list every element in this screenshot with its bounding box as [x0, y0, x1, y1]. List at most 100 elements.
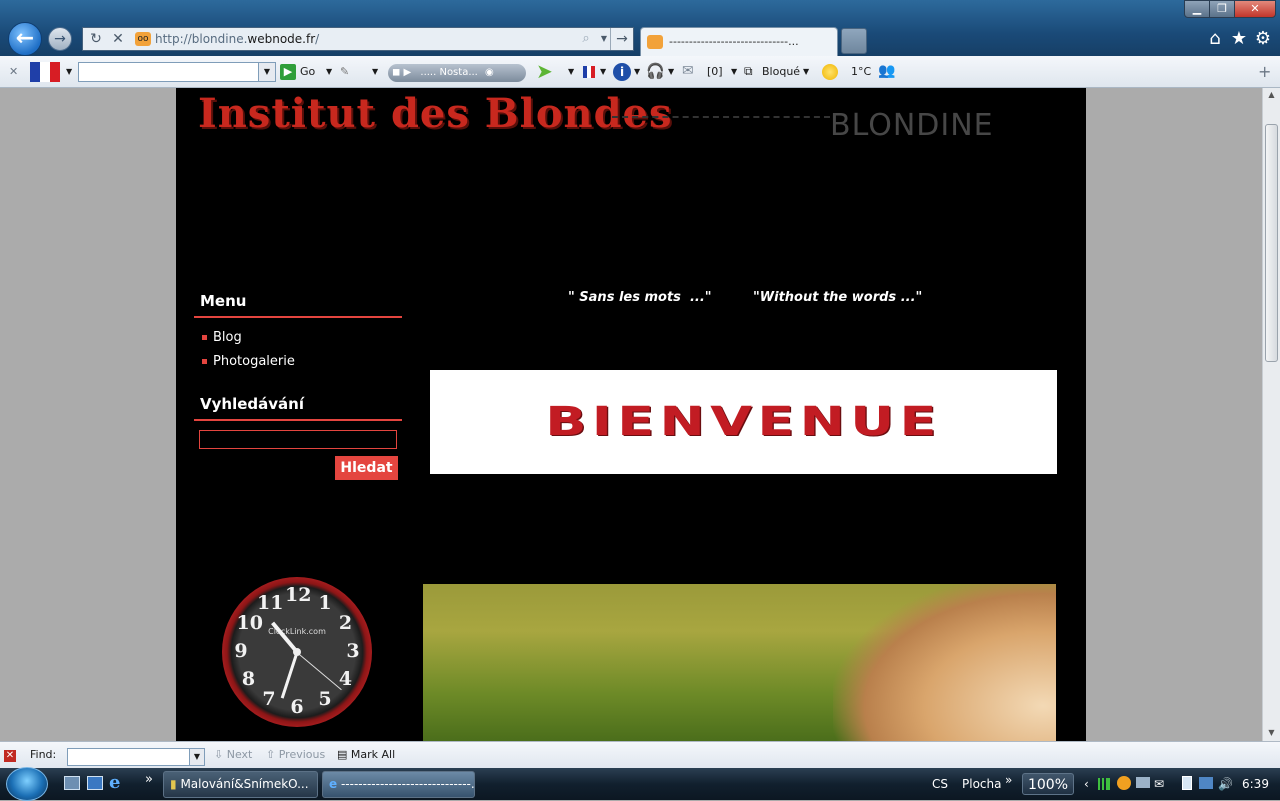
vertical-scrollbar[interactable]: ▲ ▼ [1262, 88, 1280, 741]
addon-toolbar: ✕ ▼ ▼ ▶ Go ▼ ✎ ▼ ◼ ▶ ..... Nosta... ◉ ➤ … [0, 56, 1280, 88]
mark-all-label: Mark All [350, 748, 396, 761]
toolbar-search-dropdown-icon[interactable]: ▼ [258, 63, 275, 81]
ie-quicklaunch-icon[interactable]: e [109, 772, 120, 793]
radio-volume-icon[interactable]: ◉ [485, 67, 494, 78]
down-arrow-icon: ⇩ [214, 748, 224, 761]
clock-numeral: 8 [241, 668, 256, 690]
tray-volume-icon[interactable]: 🔊 [1218, 768, 1233, 800]
up-arrow-icon: ⇧ [266, 748, 276, 761]
site-subtitle: BLONDINE [830, 108, 994, 143]
weather-temperature: 1°C [851, 65, 872, 78]
zoom-level[interactable]: 100% [1022, 773, 1074, 795]
weather-sun-icon[interactable] [822, 64, 838, 80]
mark-all-icon: ▤ [337, 748, 348, 761]
go-dropdown-icon[interactable]: ▼ [326, 56, 332, 87]
mail-icon[interactable]: ✉ [682, 56, 694, 87]
tray-expand-icon[interactable]: ‹ [1084, 768, 1089, 800]
stop-button[interactable]: ✕ [107, 28, 129, 50]
address-bar[interactable]: ↻ ✕ oo http://blondine.webnode.fr/ ⌕ ▼ → [82, 27, 634, 51]
french-flag-icon[interactable] [30, 62, 60, 82]
menu-item-photogalerie[interactable]: Photogalerie [202, 354, 295, 369]
clock-numeral: 3 [346, 640, 360, 662]
favorites-star-icon[interactable]: ★ [1228, 28, 1250, 50]
site-favicon-icon: oo [135, 32, 151, 46]
back-arrow-icon: ← [15, 26, 35, 51]
clock-center-cap [293, 648, 301, 656]
headphones-dropdown-icon[interactable]: ▼ [668, 56, 674, 87]
popup-blocker-label[interactable]: Bloqué [762, 56, 800, 87]
address-dropdown-icon[interactable]: ▼ [597, 28, 611, 50]
toolbar-add-icon[interactable]: + [1258, 56, 1271, 87]
mail-dropdown-icon[interactable]: ▼ [731, 56, 737, 87]
leaf-dropdown-icon[interactable]: ▼ [568, 56, 574, 87]
leaf-arrow-icon[interactable]: ➤ [536, 56, 553, 87]
radio-play-icon[interactable]: ▶ [404, 67, 412, 78]
menu-divider [194, 316, 402, 318]
people-icon[interactable]: 👥 [878, 56, 895, 87]
scrollbar-thumb[interactable] [1265, 124, 1278, 362]
photo-hair [833, 584, 1056, 741]
tray-monitor-icon[interactable] [1136, 777, 1150, 788]
welcome-banner: BIENVENUE [430, 370, 1057, 474]
info-icon[interactable]: i [613, 63, 631, 81]
url-text[interactable]: http://blondine.webnode.fr/ [155, 28, 319, 50]
back-button[interactable]: ← [8, 22, 42, 56]
new-tab-button[interactable] [841, 28, 867, 54]
highlight-pen-icon[interactable]: ✎ [340, 56, 349, 87]
desktop-overflow-icon[interactable]: » [1005, 764, 1012, 796]
refresh-button[interactable]: ↻ [85, 28, 107, 50]
home-icon[interactable]: ⌂ [1204, 28, 1226, 50]
restore-button[interactable]: ❐ [1209, 0, 1235, 18]
mark-all-button[interactable]: ▤ Mark All [337, 742, 395, 768]
minimize-button[interactable]: ▁ [1184, 0, 1210, 18]
scroll-down-icon[interactable]: ▼ [1263, 728, 1280, 737]
find-close-icon[interactable]: ✕ [4, 750, 16, 762]
highlight-dropdown-icon[interactable]: ▼ [372, 56, 378, 87]
find-next-button[interactable]: ⇩ Next [214, 742, 252, 768]
find-dropdown-icon[interactable]: ▼ [189, 749, 204, 765]
find-label: Find: [30, 748, 57, 761]
toolbar-close-icon[interactable]: ✕ [9, 56, 18, 87]
menu-heading: Menu [200, 292, 247, 310]
clock-widget[interactable]: ClockLink.com 12 1 2 3 4 5 6 7 8 9 10 11 [222, 577, 372, 727]
popup-dropdown-icon[interactable]: ▼ [803, 56, 809, 87]
radio-player-control[interactable]: ◼ ▶ ..... Nosta... ◉ [388, 64, 526, 82]
scroll-up-icon[interactable]: ▲ [1263, 90, 1280, 99]
close-window-button[interactable]: ✕ [1234, 0, 1276, 18]
taskbar-item-paint[interactable]: ▮ Malování&SnímekO... [163, 771, 318, 798]
quicklaunch-overflow-icon[interactable]: » [145, 772, 153, 787]
switch-windows-icon[interactable] [87, 776, 103, 790]
info-dropdown-icon[interactable]: ▼ [634, 56, 640, 87]
show-desktop-icon[interactable] [64, 776, 80, 790]
find-previous-button[interactable]: ⇧ Previous [266, 742, 325, 768]
desktop-toolbar-label[interactable]: Plocha [962, 768, 1001, 800]
tray-clock[interactable]: 6:39 [1242, 768, 1269, 800]
search-icon[interactable]: ⌕ [577, 28, 595, 50]
toolbar-search-input[interactable]: ▼ [78, 62, 276, 82]
headphones-icon[interactable]: 🎧 [646, 56, 665, 87]
tab-active[interactable]: ------------------------------... [640, 27, 838, 56]
tray-mail-icon[interactable]: ✉ [1154, 768, 1164, 800]
taskbar-item-browser[interactable]: e ------------------------------... [322, 771, 475, 798]
go-arrow-icon[interactable]: ▶ [280, 64, 296, 80]
radio-stop-icon[interactable]: ◼ [392, 67, 400, 78]
flag-dropdown-icon[interactable]: ▼ [66, 56, 72, 87]
tray-network-icon[interactable] [1199, 777, 1213, 789]
tray-battery-icon[interactable] [1182, 776, 1192, 790]
language-flag-icon[interactable] [583, 66, 595, 78]
network-signal-icon[interactable] [1098, 778, 1110, 790]
find-input[interactable]: ▼ [67, 748, 205, 766]
language-indicator[interactable]: CS [932, 768, 948, 800]
ie-icon: e [329, 777, 338, 791]
start-button[interactable] [6, 767, 48, 801]
tools-gear-icon[interactable]: ⚙ [1252, 28, 1274, 50]
language-dropdown-icon[interactable]: ▼ [600, 56, 606, 87]
menu-item-label: Photogalerie [213, 354, 295, 369]
tab-favicon-icon [647, 35, 663, 49]
forward-button[interactable]: → [48, 27, 72, 51]
popup-blocker-icon[interactable]: ⧉ [744, 56, 753, 87]
toolbar-go-button[interactable]: Go [300, 56, 315, 87]
menu-item-blog[interactable]: Blog [202, 330, 242, 345]
go-button[interactable]: → [610, 28, 633, 50]
tray-app-icon[interactable] [1117, 776, 1131, 790]
